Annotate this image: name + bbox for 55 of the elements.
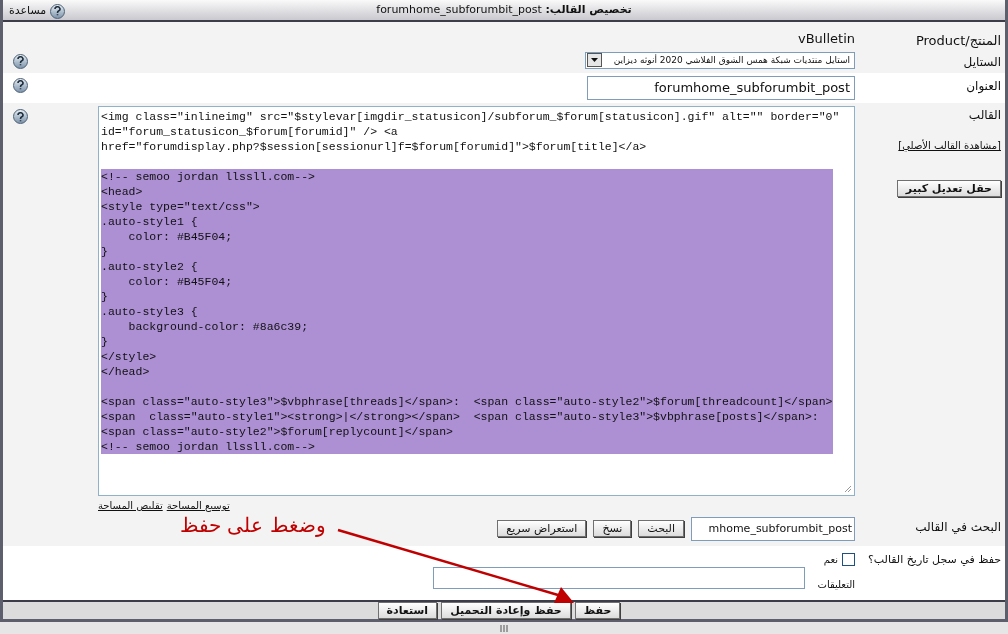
dropdown-icon [587,53,602,68]
code-line: .auto-style1 { [101,214,198,230]
code-line: background-color: #8a6c39; [127,319,309,335]
help-icon[interactable] [13,77,28,93]
code-line: <!-- semoo jordan llssll.com--> [101,169,315,185]
help-icon[interactable] [13,109,28,125]
code-line: .auto-style2 { [101,259,198,275]
code-line: </head> [101,364,150,380]
comments-label: التعليقات [817,578,855,593]
code-line: <!-- semoo jordan llssll.com--> [101,439,315,455]
title-input[interactable]: forumhome_subforumbit_post [587,75,855,100]
field-label: البحث في القالب [915,519,1001,534]
form-button[interactable]: استعراض سريع [497,520,587,538]
expand-link[interactable]: توسيع المساحة [166,498,230,514]
code-line: color: #B45F04; [127,229,233,245]
code-line: <span class="auto-style3">$vbphrase[threads]</span>: <span class="auto-style2">$forum[threadcount]</span> [101,394,833,410]
product-value: vBulletin [797,29,855,48]
annotation-text: وضغط على حفظ [180,512,326,539]
code-line: } [101,244,108,260]
comments-input[interactable] [433,567,806,590]
resize-grip-icon [499,624,509,632]
code-line: <span class="auto-style2">$forum[replycount]</span> [101,424,453,440]
form-button[interactable]: حفظ [574,602,621,619]
code-line: <img class="inlineimg" src="$stylevar[imgdir_statusicon]/subforum_$forum[statusicon].gif" alt="" border="0" [101,109,840,125]
help-icon[interactable] [50,3,66,19]
help-link[interactable]: مساعدة [9,3,47,20]
template-editor[interactable] [98,106,855,497]
field-label: حفظ في سجل تاريخ القالب؟ [866,552,1002,569]
form-button[interactable]: البحث [638,520,684,538]
field-label: الستايل [963,54,1001,69]
search-input[interactable]: mhome_subforumbit_post [691,516,855,541]
help-icon[interactable] [13,53,28,69]
code-line: color: #B45F04; [127,274,233,290]
code-line: } [101,289,108,305]
view-original-link[interactable]: [مشاهدة القالب الأصلي] [898,138,1001,154]
form-button[interactable]: حقل تعديل كبير [896,180,1001,198]
resize-grip-icon [844,485,852,494]
form-button[interactable]: نسخ [593,520,632,538]
code-line: .auto-style3 { [101,304,198,320]
code-line: <head> [101,184,143,200]
code-line: </style> [101,349,157,365]
code-line: id="forum_statusicon_$forum[forumid]" /> <a [101,124,398,140]
code-line: href="forumdisplay.php?$session[sessionurl]f=$forum[forumid]">$forum[title]</a> [101,139,647,155]
code-line: } [101,334,108,350]
checkbox-label: نعم [823,553,838,568]
history-checkbox[interactable] [842,553,855,567]
field-label: المنتج/Product [915,32,1001,48]
shrink-link[interactable]: تقليص المساحة [98,498,163,514]
form-button[interactable]: حفظ وإعادة التحميل [441,602,571,619]
form-button[interactable]: استعادة [377,602,438,619]
field-label: العنوان [966,78,1001,93]
field-label: القالب [968,107,1001,125]
code-line: <style type="text/css"> [101,199,260,215]
code-line: <span class="auto-style1"><strong>|</strong></span> <span class="auto-style3">$vbphrase[posts]</span>: [101,409,819,425]
style-select[interactable]: استايل منتديات شبكة همس الشوق الفلاشي 2020 أنوثه ديزاين [585,51,855,69]
